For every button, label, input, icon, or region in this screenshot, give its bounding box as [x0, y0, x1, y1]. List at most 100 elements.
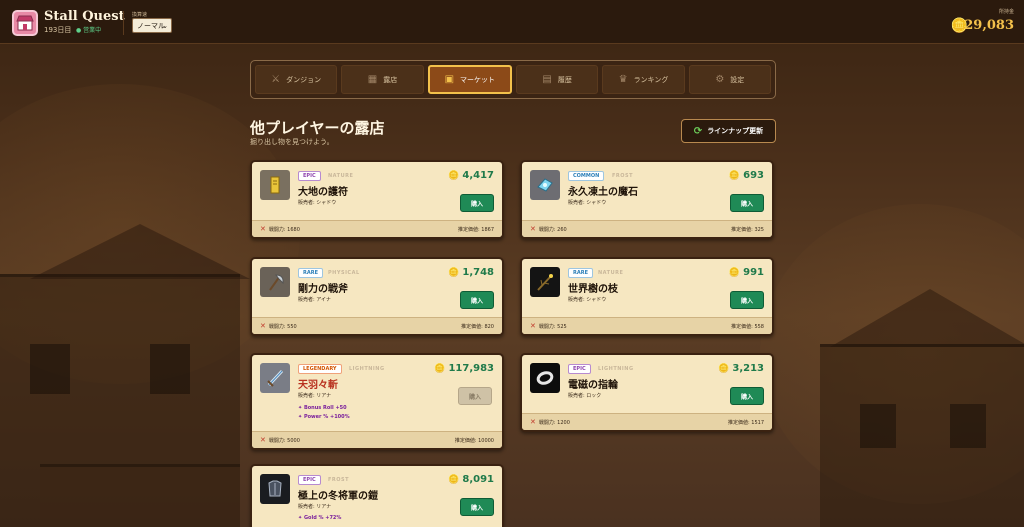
crossed-swords-icon: ✕ [530, 418, 536, 426]
speed-select[interactable]: ノーマル ⌄ [132, 18, 172, 33]
element-label: NATURE [328, 173, 354, 179]
combat-power: 戦闘力: 550 [268, 323, 297, 330]
item-name: 極上の冬将軍の鎧 [298, 491, 378, 502]
gold-amount: 29,083 [964, 18, 1014, 33]
crossed-swords-icon: ✕ [530, 322, 536, 330]
rarity-badge: EPIC [298, 171, 321, 181]
market-card: LEGENDARY LIGHTNING 天羽々斬 販売者: リアナ ✦ Bonu… [250, 353, 504, 450]
buy-button[interactable]: 購入 [460, 498, 494, 516]
seller-name: 販売者: リアナ [298, 504, 332, 510]
header-divider [123, 11, 124, 35]
card-footer: ✕ 戦闘力: 260 推定価値: 325 [522, 220, 772, 237]
price-value: 693 [743, 170, 764, 181]
coin-icon: 🪙 [448, 267, 460, 278]
price-value: 1,748 [462, 267, 494, 278]
item-name: 世界樹の枝 [568, 284, 618, 295]
bonus-stat: ✦ Gold % +72% [298, 515, 341, 521]
crossed-swords-icon: ✕ [260, 436, 266, 444]
element-label: FROST [328, 477, 350, 483]
price-value: 4,417 [462, 170, 494, 181]
tab-stall[interactable]: ▦ 露店 [341, 65, 424, 94]
tab-settings[interactable]: ⚙ 設定 [688, 65, 771, 94]
estimated-value: 推定価値: 10000 [454, 437, 494, 444]
market-card: COMMON FROST 永久凍土の魔石 販売者: シャドウ 🪙 693 購入 ✕… [520, 160, 774, 239]
main-nav: ⚔ ダンジョン ▦ 露店 ▣ マーケット ▤ 履歴 ♛ ランキング ⚙ 設定 [250, 60, 776, 99]
tab-label: 設定 [730, 75, 745, 84]
estimated-value: 推定価値: 558 [731, 323, 764, 330]
price-value: 8,091 [462, 474, 494, 485]
buy-button[interactable]: 購入 [730, 194, 764, 212]
coin-icon: 🪙 [728, 170, 741, 181]
price-value: 117,983 [448, 363, 494, 374]
market-card: EPIC FROST 極上の冬将軍の鎧 販売者: リアナ ✦ Gold % +7… [250, 464, 504, 527]
buy-button[interactable]: 購入 [460, 291, 494, 309]
speed-label: 換算速 [132, 12, 148, 18]
seller-name: 販売者: シャドウ [568, 200, 607, 206]
tab-ranking[interactable]: ♛ ランキング [602, 65, 685, 94]
price: 🪙 4,417 [448, 170, 494, 181]
crossed-swords-icon: ✕ [260, 322, 266, 330]
card-footer: ✕ 戦闘力: 1680 推定価値: 1867 [252, 220, 502, 237]
page-subtitle: 掘り出し物を見つけよう。 [250, 138, 334, 146]
buy-button[interactable]: 購入 [460, 194, 494, 212]
bonus-stat: ✦ Power % +100% [298, 414, 350, 420]
seller-name: 販売者: シャドウ [298, 200, 337, 206]
tab-history[interactable]: ▤ 履歴 [515, 65, 599, 94]
rarity-badge: EPIC [298, 475, 321, 485]
refresh-lineup-button[interactable]: ⟳ ラインナップ更新 [681, 119, 776, 143]
card-footer: ✕ 戦闘力: 550 推定価値: 820 [252, 317, 502, 334]
combat-power: 戦闘力: 5000 [268, 437, 300, 444]
item-name: 電磁の指輪 [568, 380, 618, 391]
price: 🪙 1,748 [448, 267, 494, 278]
item-name: 剛力の戦斧 [298, 284, 348, 295]
chevron-down-icon: ⌄ [162, 22, 168, 30]
sword-icon [260, 363, 290, 393]
price: 🪙 991 [729, 267, 764, 278]
price: 🪙 117,983 [434, 363, 494, 374]
tab-label: ランキング [633, 75, 669, 84]
price-value: 991 [743, 267, 764, 278]
market-icon: ▣ [444, 74, 455, 85]
speed-select-value: ノーマル [137, 21, 165, 30]
seller-name: 販売者: アイナ [298, 297, 331, 303]
market-card: EPIC NATURE 大地の護符 販売者: シャドウ 🪙 4,417 購入 ✕ 戦… [250, 160, 504, 239]
rarity-badge: RARE [298, 268, 323, 278]
trophy-icon: ♛ [618, 74, 628, 85]
element-label: PHYSICAL [328, 270, 360, 276]
price: 🪙 3,213 [718, 363, 764, 374]
card-footer: ✕ 戦闘力: 525 推定価値: 558 [522, 317, 772, 334]
coin-icon: 🪙 [448, 474, 460, 485]
rarity-badge: LEGENDARY [298, 364, 342, 374]
rarity-badge: COMMON [568, 171, 605, 181]
tab-label: マーケット [460, 75, 496, 84]
gear-icon: ⚙ [715, 74, 725, 85]
card-footer: ✕ 戦闘力: 1200 推定価値: 1517 [522, 413, 772, 430]
element-label: NATURE [598, 270, 624, 276]
frost-gem-icon [530, 170, 560, 200]
tab-dungeon[interactable]: ⚔ ダンジョン [255, 65, 338, 94]
rarity-badge: EPIC [568, 364, 591, 374]
bonus-text: Bonus Roll +50 [303, 405, 347, 411]
crossed-swords-icon: ✕ [530, 225, 536, 233]
market-card: RARE NATURE 世界樹の枝 販売者: シャドウ 🪙 991 購入 ✕ 戦闘力… [520, 257, 774, 336]
armor-icon [260, 474, 290, 504]
tab-label: 履歴 [557, 75, 572, 84]
tab-market[interactable]: ▣ マーケット [427, 65, 512, 94]
combat-power: 戦闘力: 1200 [538, 419, 570, 426]
price-value: 3,213 [732, 363, 764, 374]
buy-button[interactable]: 購入 [730, 291, 764, 309]
buy-button[interactable]: 購入 [730, 387, 764, 405]
item-name: 天羽々斬 [298, 380, 338, 391]
element-label: FROST [612, 173, 634, 179]
estimated-value: 推定価値: 325 [731, 226, 764, 233]
bonus-text: Power % +100% [303, 414, 350, 420]
market-card: RARE PHYSICAL 剛力の戦斧 販売者: アイナ 🪙 1,748 購入 ✕… [250, 257, 504, 336]
price: 🪙 8,091 [448, 474, 494, 485]
combat-power: 戦闘力: 1680 [268, 226, 300, 233]
combat-power: 戦闘力: 525 [538, 323, 567, 330]
swords-icon: ⚔ [271, 74, 281, 85]
tab-label: 露店 [383, 75, 398, 84]
item-name: 永久凍土の魔石 [568, 187, 638, 198]
buy-button[interactable]: 購入 [458, 387, 492, 405]
stall-icon: ▦ [367, 74, 378, 85]
